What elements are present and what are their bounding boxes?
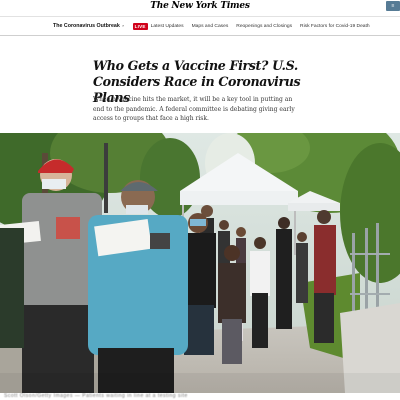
nav-section-label: The Coronavirus Outbreak	[53, 23, 120, 29]
nav-link-maps-and-cases[interactable]: Maps and Cases	[192, 24, 229, 29]
article-photo[interactable]	[0, 133, 400, 393]
article-summary: When a vaccine hits the market, it will …	[93, 96, 295, 123]
nav-link-latest-updates[interactable]: Latest Updates	[151, 24, 184, 29]
menu-icon: ≡	[391, 3, 395, 9]
photo-credit: Scott Olson/Getty Images — Patients wait…	[0, 393, 400, 400]
menu-button[interactable]: ≡	[386, 1, 400, 11]
section-nav-bar: The Coronavirus Outbreak › LIVE Latest U…	[0, 16, 400, 36]
chevron-right-icon: ›	[122, 23, 124, 28]
masthead: The New York Times ≡	[0, 0, 400, 15]
nav-section-title[interactable]: The Coronavirus Outbreak ›	[53, 23, 124, 29]
photo-credit-text: Scott Olson/Getty Images — Patients wait…	[4, 393, 188, 399]
live-badge[interactable]: LIVE	[132, 22, 148, 30]
nav-link-risk-factors[interactable]: Risk Factors for Covid-19 Death	[300, 24, 370, 29]
nav-link-reopenings[interactable]: Reopenings and Closings	[236, 24, 292, 29]
nyt-logo[interactable]: The New York Times	[0, 1, 400, 11]
photo-people-waiting-in-line-icon	[0, 133, 400, 393]
